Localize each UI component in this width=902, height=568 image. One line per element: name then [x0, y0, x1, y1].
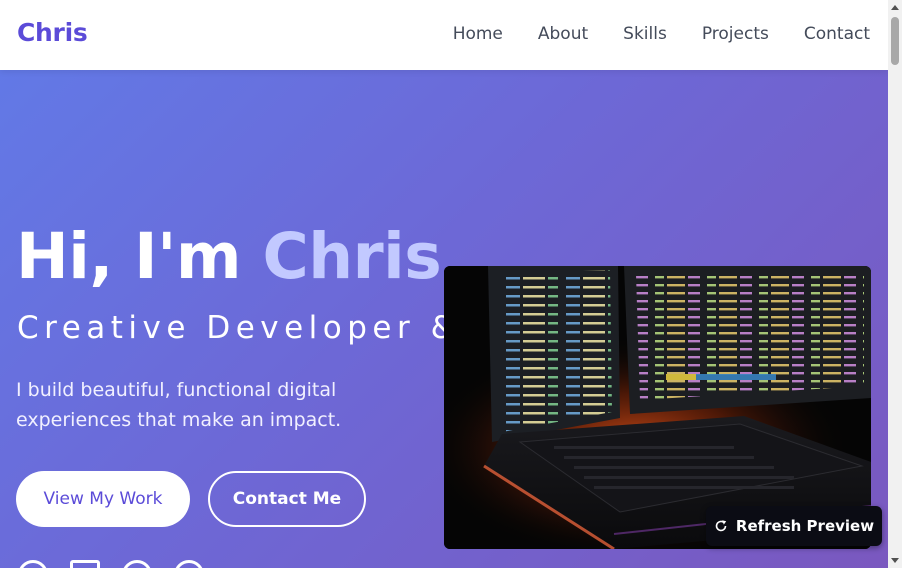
- hero-greeting: Hi, I'm: [16, 220, 263, 293]
- refresh-preview-label: Refresh Preview: [735, 517, 875, 535]
- github-icon[interactable]: [18, 560, 48, 568]
- social-links: [18, 560, 204, 568]
- hero-name: Chris: [262, 220, 442, 293]
- logo[interactable]: Chris: [17, 18, 88, 47]
- nav-link-contact[interactable]: Contact: [804, 24, 870, 44]
- page-viewport: Chris Home About Skills Projects Contact…: [0, 0, 888, 568]
- scroll-thumb[interactable]: [891, 17, 899, 65]
- nav-links: Home About Skills Projects Contact: [453, 24, 870, 44]
- refresh-preview-button[interactable]: Refresh Preview: [706, 506, 882, 546]
- hero-title: Hi, I'm Chris: [16, 220, 442, 293]
- navbar: Chris Home About Skills Projects Contact: [0, 0, 888, 70]
- nav-link-home[interactable]: Home: [453, 24, 503, 44]
- hero-subtitle: Creative Developer &: [17, 310, 445, 346]
- hero-description: I build beautiful, functional digital ex…: [16, 379, 342, 431]
- nav-link-projects[interactable]: Projects: [702, 24, 769, 44]
- mail-icon[interactable]: [70, 560, 100, 568]
- nav-link-about[interactable]: About: [538, 24, 588, 44]
- view-my-work-button[interactable]: View My Work: [16, 471, 190, 527]
- vertical-scrollbar[interactable]: [888, 0, 902, 568]
- scroll-up-arrow-icon[interactable]: [891, 5, 899, 10]
- contact-me-button[interactable]: Contact Me: [208, 471, 366, 527]
- refresh-icon: [715, 520, 727, 532]
- hero-section: Hi, I'm Chris Creative Developer & I bui…: [0, 70, 888, 568]
- nav-link-skills[interactable]: Skills: [623, 24, 667, 44]
- scroll-down-arrow-icon[interactable]: [891, 558, 899, 563]
- twitter-icon[interactable]: [122, 560, 152, 568]
- pinterest-icon[interactable]: [174, 560, 204, 568]
